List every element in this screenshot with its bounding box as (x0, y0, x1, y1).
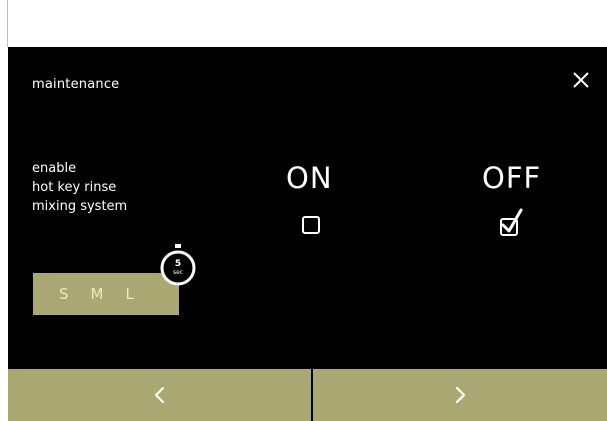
size-small: S (59, 285, 69, 303)
timer-unit: sec (173, 269, 183, 276)
setting-label-line: mixing system (32, 199, 128, 214)
option-off-checkbox[interactable] (497, 206, 527, 238)
setting-label-line: enable (32, 161, 77, 176)
setting-label-line: hot key rinse (32, 180, 117, 195)
previous-button[interactable] (8, 369, 311, 421)
next-button[interactable] (313, 369, 607, 421)
stopwatch-icon: 5 sec (160, 244, 196, 286)
bottom-nav (8, 369, 607, 421)
chevron-left-icon (154, 386, 164, 404)
size-large: L (125, 285, 134, 303)
page-title: maintenance (32, 77, 120, 92)
option-on-checkbox[interactable] (301, 215, 323, 237)
setting-label: enable hot key rinse mixing system (32, 159, 127, 216)
chevron-right-icon (455, 386, 466, 404)
timer-value: 5 (175, 259, 181, 269)
close-icon[interactable] (568, 67, 594, 93)
frame-edge (7, 0, 8, 47)
size-medium: M (90, 285, 104, 303)
option-on-label: ON (286, 161, 333, 195)
option-off-label: OFF (482, 161, 542, 195)
maintenance-screen: maintenance enable hot key rinse mixing … (8, 47, 607, 421)
